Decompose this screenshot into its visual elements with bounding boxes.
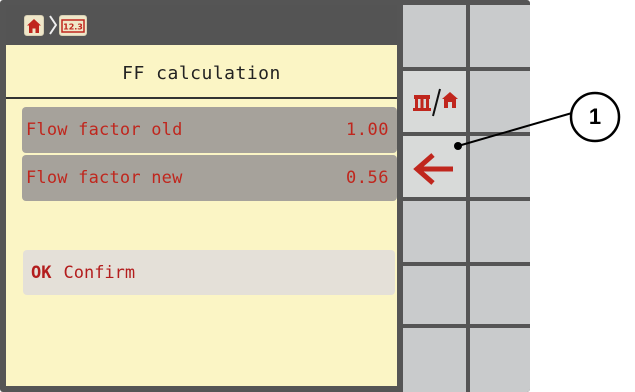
callout-leader-line <box>454 112 573 150</box>
callout-number: 1 <box>588 104 602 129</box>
